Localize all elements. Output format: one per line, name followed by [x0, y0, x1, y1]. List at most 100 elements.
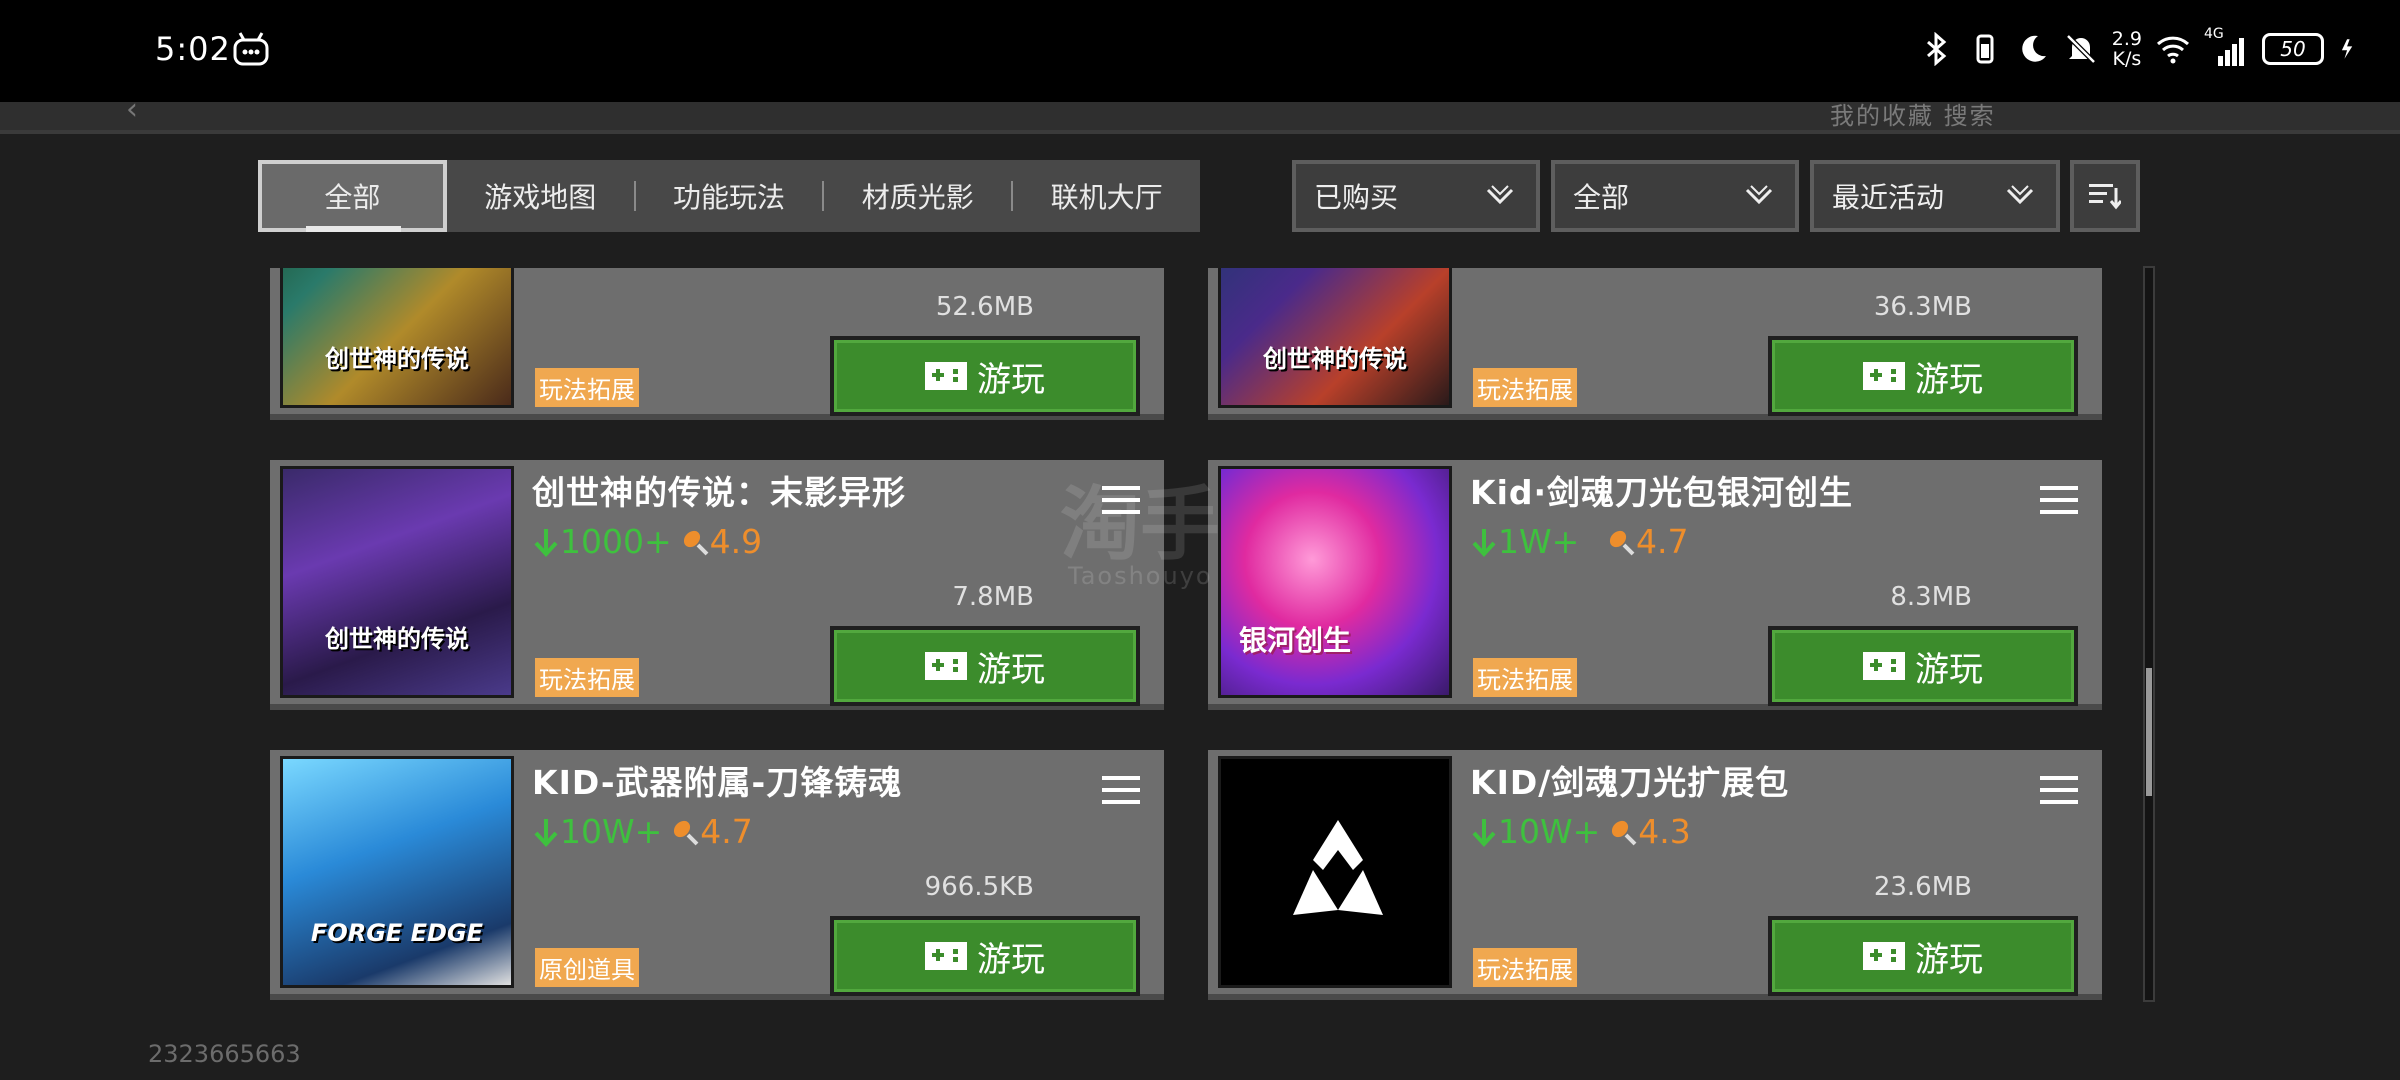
- drumstick-icon: [674, 820, 699, 845]
- type-filter-dropdown[interactable]: 全部: [1551, 160, 1799, 232]
- resource-card[interactable]: FORGE EDGE KID-武器附属-刀锋铸魂 10W+ 4.7 966.5K…: [270, 750, 1164, 1000]
- chevron-down-icon: [1745, 185, 1773, 205]
- card-stats: 10W+ 4.3: [1470, 812, 1691, 851]
- sort-icon: [2089, 184, 2121, 210]
- gamepad-icon: [1863, 942, 1905, 970]
- scrollbar-track[interactable]: [2143, 266, 2155, 1002]
- battery-icon: 50: [2262, 33, 2324, 65]
- header-bar: ‹ 我的收藏 搜索: [0, 102, 2400, 134]
- sort-filter-label: 最近活动: [1832, 181, 1945, 214]
- menu-icon[interactable]: [2040, 774, 2078, 806]
- menu-icon[interactable]: [1102, 774, 1140, 806]
- drumstick-icon: [1609, 530, 1635, 555]
- gamepad-icon: [925, 652, 967, 680]
- drumstick-icon: [1612, 820, 1637, 845]
- net-speed: 2.9 K/s: [2111, 28, 2142, 70]
- watermark: 淘手: [1060, 478, 1220, 571]
- resource-card[interactable]: 创世神的传说 创世神的传说：末影异形 1000+ 4.9 7.8MB 玩法拓展 …: [270, 460, 1164, 710]
- play-button[interactable]: 游玩: [830, 626, 1140, 706]
- tab-multiplayer[interactable]: 联机大厅: [1013, 160, 1200, 232]
- gamepad-icon: [1863, 652, 1905, 680]
- card-rating: 4.3: [1638, 812, 1691, 851]
- tab-textures[interactable]: 材质光影: [824, 160, 1011, 232]
- purchase-filter-dropdown[interactable]: 已购买: [1292, 160, 1540, 232]
- charging-icon: [2341, 39, 2353, 59]
- card-tag: 玩法拓展: [1473, 658, 1577, 697]
- download-arrow-icon: [1472, 818, 1496, 847]
- card-downloads: 10W+: [1498, 812, 1601, 851]
- tab-all[interactable]: 全部: [258, 160, 447, 232]
- play-label: 游玩: [977, 649, 1045, 690]
- wifi-icon: [2156, 36, 2190, 64]
- user-id: 2323665663: [148, 1040, 301, 1068]
- card-thumbnail: 银河创生: [1218, 466, 1452, 698]
- signal-icon: 4G: [2204, 26, 2248, 66]
- back-icon[interactable]: ‹: [126, 102, 138, 127]
- card-stats: 10W+ 4.7: [532, 812, 753, 851]
- card-rating: 4.9: [709, 522, 763, 561]
- play-label: 游玩: [977, 939, 1045, 980]
- card-title: KID/剑魂刀光扩展包: [1470, 763, 1790, 802]
- watermark-subtitle: Taoshouyo: [1068, 562, 1213, 590]
- play-label: 游玩: [1915, 649, 1983, 690]
- chevron-down-icon: [1486, 185, 1514, 205]
- play-label: 游玩: [1915, 359, 1983, 400]
- tab-gameplay[interactable]: 功能玩法: [636, 160, 823, 232]
- card-title: KID-武器附属-刀锋铸魂: [532, 763, 903, 802]
- card-stats: 1W+ 4.7: [1470, 522, 1688, 561]
- card-size: 52.6MB: [935, 292, 1034, 322]
- play-button[interactable]: 游玩: [1768, 336, 2078, 416]
- tab-game-maps[interactable]: 游戏地图: [447, 160, 634, 232]
- download-arrow-icon: [534, 818, 558, 847]
- blade-logo-icon: [1293, 820, 1383, 915]
- card-tag: 玩法拓展: [1473, 368, 1577, 407]
- chevron-down-icon: [2006, 185, 2034, 205]
- scrollbar-thumb[interactable]: [2146, 668, 2152, 796]
- vibrate-icon: [1976, 34, 1994, 64]
- purchase-filter-label: 已购买: [1314, 181, 1399, 214]
- bluetooth-icon: [1926, 32, 1947, 66]
- menu-icon[interactable]: [2040, 484, 2078, 516]
- card-size: 8.3MB: [1890, 582, 1972, 612]
- card-title: Kid·剑魂刀光包银河创生: [1470, 473, 1854, 512]
- card-size: 23.6MB: [1873, 872, 1972, 902]
- play-button[interactable]: 游玩: [1768, 916, 2078, 996]
- mute-bell-icon: [2066, 34, 2096, 64]
- play-button[interactable]: 游玩: [830, 916, 1140, 996]
- status-bar: 5:02 2.9 K/s 4G 50: [0, 0, 2400, 102]
- card-downloads: 1W+: [1498, 522, 1580, 561]
- header-links[interactable]: 我的收藏 搜索: [1830, 102, 1996, 130]
- drumstick-icon: [683, 530, 709, 555]
- category-tabs: 全部 游戏地图 功能玩法 材质光影 联机大厅: [258, 160, 1200, 232]
- play-label: 游玩: [977, 359, 1045, 400]
- play-button[interactable]: 游玩: [830, 336, 1140, 416]
- card-tag: 玩法拓展: [1473, 948, 1577, 987]
- sort-filter-dropdown[interactable]: 最近活动: [1810, 160, 2060, 232]
- card-thumbnail: [1218, 756, 1452, 988]
- card-tag: 玩法拓展: [535, 368, 639, 407]
- card-rating: 4.7: [1636, 522, 1689, 561]
- card-size: 966.5KB: [924, 872, 1034, 902]
- resource-card[interactable]: 银河创生 Kid·剑魂刀光包银河创生 1W+ 4.7 8.3MB 玩法拓展 游玩: [1208, 460, 2102, 710]
- status-time: 5:02: [155, 30, 231, 68]
- sort-order-button[interactable]: [2070, 160, 2140, 232]
- gamepad-icon: [925, 942, 967, 970]
- play-button[interactable]: 游玩: [1768, 626, 2078, 706]
- gamepad-icon: [925, 362, 967, 390]
- robot-icon: [233, 32, 269, 66]
- resource-card[interactable]: KID/剑魂刀光扩展包 10W+ 4.3 23.6MB 玩法拓展 游玩: [1208, 750, 2102, 1000]
- card-size: 36.3MB: [1873, 292, 1972, 322]
- card-tag: 玩法拓展: [535, 658, 639, 697]
- card-downloads: 1000+: [560, 522, 672, 561]
- play-label: 游玩: [1915, 939, 1983, 980]
- card-downloads: 10W+: [560, 812, 663, 851]
- download-arrow-icon: [534, 528, 558, 557]
- card-tag: 原创道具: [535, 948, 639, 987]
- card-rating: 4.7: [700, 812, 753, 851]
- type-filter-label: 全部: [1573, 181, 1630, 214]
- card-stats: 1000+ 4.9: [532, 522, 762, 561]
- card-thumbnail: FORGE EDGE: [280, 756, 514, 988]
- card-thumbnail: 创世神的传说: [280, 466, 514, 698]
- moon-icon: [2022, 35, 2046, 62]
- download-arrow-icon: [1472, 528, 1496, 557]
